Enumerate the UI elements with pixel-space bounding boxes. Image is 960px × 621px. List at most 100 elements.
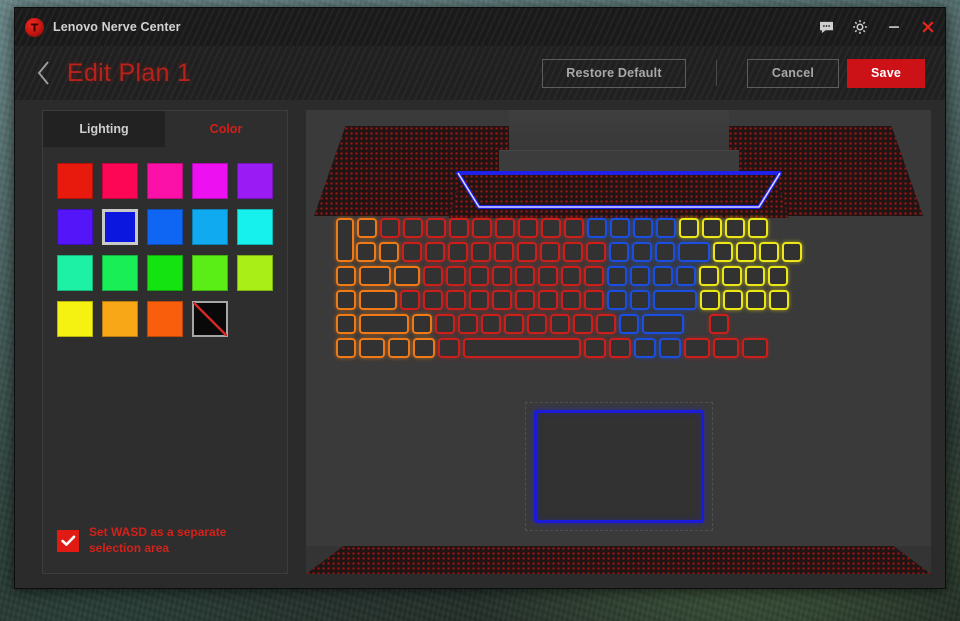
keyboard-key[interactable] (684, 338, 710, 358)
keyboard-key[interactable] (630, 266, 650, 286)
keyboard-key[interactable] (403, 218, 423, 238)
keyboard-key[interactable] (471, 242, 491, 262)
keyboard-key[interactable] (700, 290, 720, 310)
keyboard-key[interactable] (449, 218, 469, 238)
speaker-zone-selection[interactable] (454, 171, 784, 209)
keyboard-key[interactable] (736, 242, 756, 262)
keyboard-key[interactable] (517, 242, 537, 262)
keyboard-key[interactable] (563, 242, 583, 262)
keyboard-key[interactable] (435, 314, 455, 334)
keyboard-key[interactable] (504, 314, 524, 334)
keyboard-key[interactable] (561, 266, 581, 286)
keyboard-key[interactable] (494, 242, 514, 262)
close-icon[interactable] (911, 8, 945, 46)
keyboard-key[interactable] (746, 290, 766, 310)
keyboard-key[interactable] (423, 290, 443, 310)
feedback-icon[interactable] (809, 8, 843, 46)
keyboard-key[interactable] (630, 290, 650, 310)
keyboard-key[interactable] (659, 338, 681, 358)
keyboard-key[interactable] (768, 266, 788, 286)
keyboard-key[interactable] (633, 218, 653, 238)
keyboard-key[interactable] (402, 242, 422, 262)
keyboard-key[interactable] (619, 314, 639, 334)
color-swatch-green[interactable] (147, 255, 183, 291)
color-swatch-blue[interactable] (102, 209, 138, 245)
keyboard-key[interactable] (702, 218, 722, 238)
keyboard-key[interactable] (538, 290, 558, 310)
keyboard-key[interactable] (678, 242, 710, 262)
color-swatch-azure[interactable] (147, 209, 183, 245)
touchpad-zone-selection[interactable] (533, 410, 704, 523)
tab-color[interactable]: Color (165, 111, 287, 147)
restore-default-button[interactable]: Restore Default (542, 58, 686, 88)
color-swatch-spring-green[interactable] (57, 255, 93, 291)
keyboard-key[interactable] (463, 338, 581, 358)
keyboard-key[interactable] (596, 314, 616, 334)
keyboard-key[interactable] (609, 242, 629, 262)
keyboard-key[interactable] (540, 242, 560, 262)
keyboard-key[interactable] (413, 338, 435, 358)
keyboard-key[interactable] (748, 218, 768, 238)
keyboard-key[interactable] (653, 266, 673, 286)
keyboard-key[interactable] (584, 266, 604, 286)
keyboard-key[interactable] (713, 242, 733, 262)
keyboard-key[interactable] (584, 338, 606, 358)
keyboard-key[interactable] (769, 290, 789, 310)
keyboard-key[interactable] (607, 266, 627, 286)
keyboard-key[interactable] (336, 218, 354, 262)
color-swatch-yellow[interactable] (57, 301, 93, 337)
keyboard-key[interactable] (518, 218, 538, 238)
keyboard-key[interactable] (538, 266, 558, 286)
color-swatch-lime-green[interactable] (192, 255, 228, 291)
save-button[interactable]: Save (847, 58, 925, 88)
keyboard-key[interactable] (388, 338, 410, 358)
keyboard-key[interactable] (481, 314, 501, 334)
keyboard-key[interactable] (564, 218, 584, 238)
keyboard-key[interactable] (584, 290, 604, 310)
tab-lighting[interactable]: Lighting (43, 111, 165, 147)
wasd-option-row[interactable]: Set WASD as a separate selection area (43, 525, 287, 573)
wasd-checkbox[interactable] (57, 530, 79, 553)
keyboard-key[interactable] (609, 338, 631, 358)
keyboard-key[interactable] (472, 218, 492, 238)
keyboard-key[interactable] (642, 314, 684, 334)
keyboard-key[interactable] (359, 266, 391, 286)
keyboard-key[interactable] (438, 338, 460, 358)
keyboard-key[interactable] (400, 290, 420, 310)
color-swatch-purple-blue[interactable] (57, 209, 93, 245)
keyboard-key[interactable] (379, 242, 399, 262)
color-swatch-violet[interactable] (237, 163, 273, 199)
keyboard-key[interactable] (426, 218, 446, 238)
keyboard-key[interactable] (655, 242, 675, 262)
color-swatch-cyan[interactable] (237, 209, 273, 245)
keyboard-key[interactable] (782, 242, 802, 262)
keyboard-key[interactable] (656, 218, 676, 238)
color-swatch-mint-green[interactable] (102, 255, 138, 291)
keyboard-key[interactable] (356, 242, 376, 262)
keyboard-key[interactable] (745, 266, 765, 286)
keyboard-key[interactable] (586, 242, 606, 262)
keyboard-key[interactable] (723, 290, 743, 310)
color-swatch-red[interactable] (57, 163, 93, 199)
color-swatch-yellow-green[interactable] (237, 255, 273, 291)
keyboard-key[interactable] (541, 218, 561, 238)
keyboard-key[interactable] (336, 266, 356, 286)
gear-icon[interactable] (843, 8, 877, 46)
keyboard-key[interactable] (676, 266, 696, 286)
keyboard-key[interactable] (550, 314, 570, 334)
keyboard-key[interactable] (359, 290, 397, 310)
chevron-left-icon[interactable] (33, 56, 55, 90)
keyboard-key[interactable] (446, 290, 466, 310)
keyboard-key[interactable] (492, 290, 512, 310)
keyboard-key[interactable] (561, 290, 581, 310)
keyboard-key[interactable] (722, 266, 742, 286)
keyboard-key[interactable] (573, 314, 593, 334)
keyboard-key[interactable] (412, 314, 432, 334)
color-swatch-crimson[interactable] (102, 163, 138, 199)
color-swatch-orange[interactable] (147, 301, 183, 337)
color-swatch-pink[interactable] (147, 163, 183, 199)
keyboard-key[interactable] (446, 266, 466, 286)
keyboard-key[interactable] (359, 314, 409, 334)
keyboard-key[interactable] (336, 314, 356, 334)
keyboard-key[interactable] (394, 266, 420, 286)
